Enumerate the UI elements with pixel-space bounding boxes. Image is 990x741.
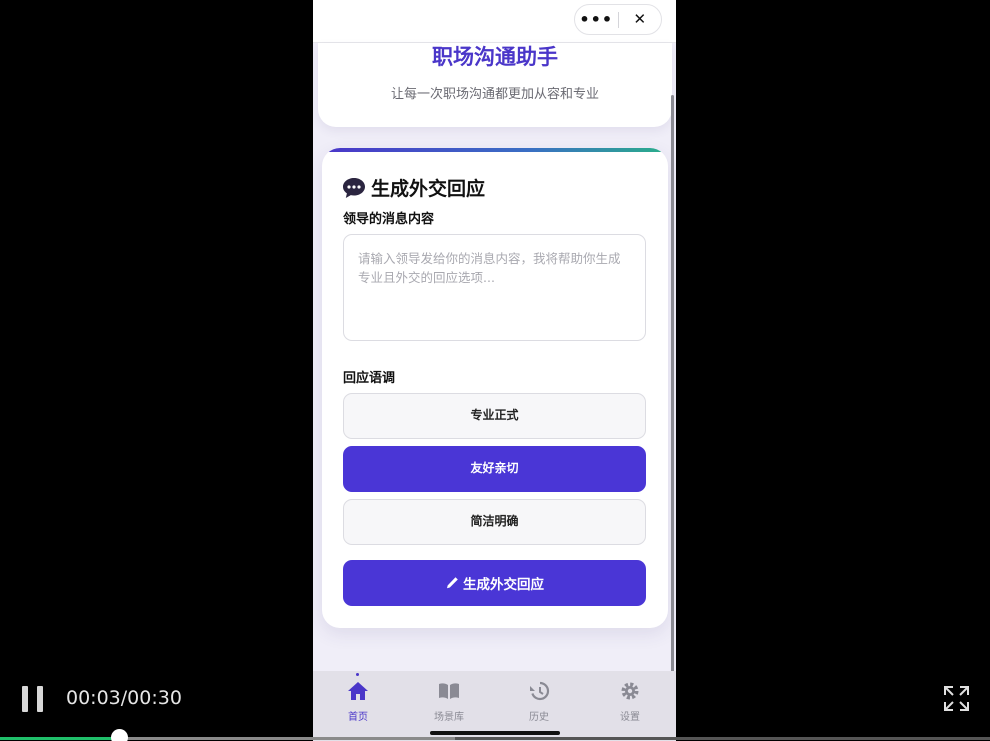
history-icon [530, 681, 550, 701]
tone-label: 回应语调 [343, 371, 396, 386]
home-indicator [430, 731, 560, 735]
generate-button[interactable]: 生成外交回应 [343, 560, 646, 606]
card-accent-bar [322, 148, 668, 152]
pencil-icon [447, 577, 458, 589]
message-label: 领导的消息内容 [343, 212, 435, 227]
tab-library[interactable]: 场景库 [419, 681, 479, 723]
active-tab-dot [356, 673, 359, 676]
generate-button-label: 生成外交回应 [463, 577, 544, 593]
capsule-menu: ••• ✕ [574, 4, 662, 35]
gear-icon [621, 682, 639, 700]
header-card: 职场沟通助手 让每一次职场沟通都更加从容和专业 [318, 43, 672, 127]
message-input[interactable] [343, 234, 646, 341]
tab-library-label: 场景库 [434, 712, 464, 723]
book-icon [439, 683, 459, 699]
generate-card: 生成外交回应 领导的消息内容 回应语调 专业正式 友好亲切 简洁明确 生成外交回… [322, 148, 668, 628]
card-title: 生成外交回应 [371, 178, 486, 200]
tab-history-label: 历史 [529, 712, 549, 723]
tone-option-concise[interactable]: 简洁明确 [343, 499, 646, 545]
tone-option-friendly[interactable]: 友好亲切 [343, 446, 646, 492]
mini-program-navbar: ••• ✕ [313, 0, 676, 43]
phone-screen: ••• ✕ 职场沟通助手 让每一次职场沟通都更加从容和专业 生成外交回应 领导的… [313, 0, 676, 741]
progress-fill [0, 737, 119, 740]
progress-bar[interactable] [0, 729, 990, 741]
playback-time: 00:03/00:30 [66, 687, 182, 709]
progress-knob[interactable] [110, 729, 128, 741]
fullscreen-icon[interactable] [943, 685, 970, 712]
tab-home-label: 首页 [348, 712, 368, 723]
tone-option-formal[interactable]: 专业正式 [343, 393, 646, 439]
tab-home[interactable]: 首页 [328, 681, 388, 723]
app-title: 职场沟通助手 [432, 45, 558, 69]
video-player: ••• ✕ 职场沟通助手 让每一次职场沟通都更加从容和专业 生成外交回应 领导的… [0, 0, 990, 741]
home-icon [348, 682, 368, 700]
page-scrollbar[interactable] [671, 95, 674, 690]
app-subtitle: 让每一次职场沟通都更加从容和专业 [390, 87, 599, 102]
tab-settings[interactable]: 设置 [600, 681, 660, 723]
tab-history[interactable]: 历史 [509, 681, 569, 723]
bottom-tab-bar: 首页 场景库 历史 设置 [313, 671, 676, 741]
pause-icon[interactable] [22, 686, 44, 712]
close-icon[interactable]: ✕ [618, 4, 661, 35]
tab-settings-label: 设置 [620, 712, 640, 723]
chat-bubble-icon [342, 177, 366, 199]
card-title-row: 生成外交回应 [342, 174, 485, 201]
more-dots-icon[interactable]: ••• [575, 4, 618, 35]
